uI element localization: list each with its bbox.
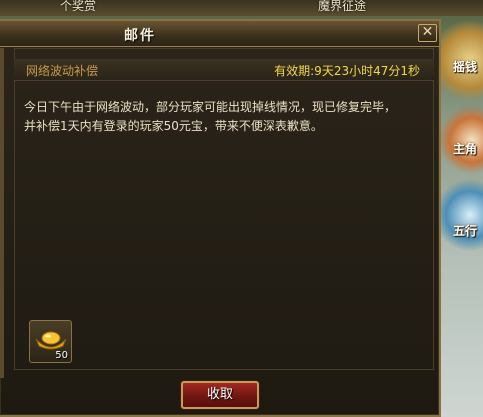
top-text-left: 个奖赏 bbox=[60, 0, 97, 13]
attachment-count: 50 bbox=[55, 350, 68, 361]
side-menu-hero[interactable]: 主角 bbox=[453, 140, 477, 157]
mail-window-titlebar: 邮件 ✕ bbox=[0, 21, 439, 47]
mail-header: 网络波动补偿 有效期:9天23小时47分1秒 bbox=[14, 59, 434, 81]
mail-window-title: 邮件 bbox=[124, 28, 156, 44]
receive-button[interactable]: 收取 bbox=[181, 381, 259, 409]
side-menu-money-tree[interactable]: 摇钱 bbox=[453, 58, 477, 75]
attachment-slot[interactable]: 50 bbox=[29, 320, 72, 363]
right-side-menu bbox=[440, 18, 483, 417]
mail-expiry: 有效期:9天23小时47分1秒 bbox=[274, 64, 420, 78]
mail-body-line: 今日下午由于网络波动，部分玩家可能出现掉线情况，现已修复完毕， bbox=[24, 100, 397, 114]
gold-ingot-icon bbox=[35, 331, 67, 350]
mail-body-line: 并补偿1天内有登录的玩家50元宝，带来不便深表歉意。 bbox=[24, 119, 323, 133]
window-left-edge bbox=[0, 48, 4, 378]
top-text-right: 魔界征途 bbox=[318, 0, 367, 13]
close-button[interactable]: ✕ bbox=[418, 24, 437, 42]
top-status-bar: 个奖赏 魔界征途 bbox=[0, 0, 483, 16]
side-menu-five-elements[interactable]: 五行 bbox=[453, 222, 477, 239]
mail-body: 今日下午由于网络波动，部分玩家可能出现掉线情况，现已修复完毕， 并补偿1天内有登… bbox=[24, 98, 424, 136]
mail-subject: 网络波动补偿 bbox=[26, 64, 99, 78]
mail-content-panel bbox=[14, 48, 434, 370]
